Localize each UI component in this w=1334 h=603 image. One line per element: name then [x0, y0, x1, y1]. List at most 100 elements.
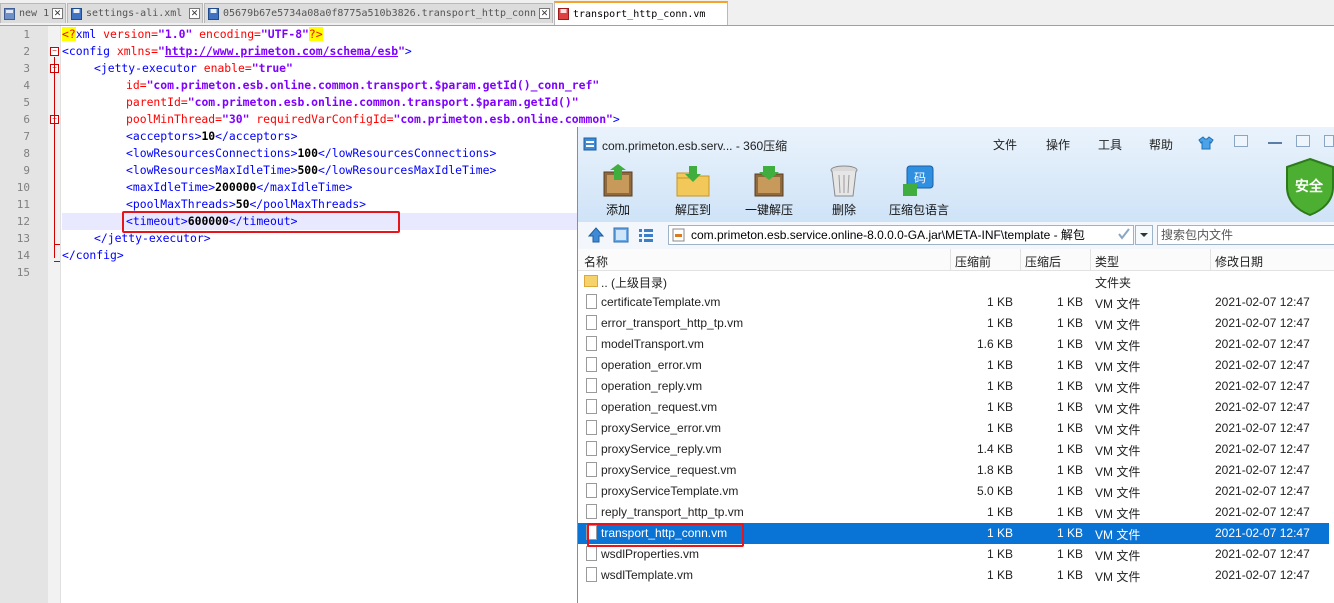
file-size-before: 1 KB — [986, 505, 1013, 519]
line-number: 4 — [23, 79, 30, 92]
file-icon — [586, 504, 597, 519]
minimize-icon[interactable] — [1268, 135, 1282, 144]
archive-window: com.primeton.esb.serv... - 360压缩 文件 操作 工… — [577, 127, 1334, 603]
table-row[interactable]: operation_reply.vm 1 KB 1 KB VM 文件 2021-02-0… — [578, 376, 1329, 397]
file-icon — [586, 294, 597, 309]
menu-file[interactable]: 文件 — [993, 136, 1017, 153]
column-separator — [1090, 249, 1091, 270]
code-line-10: <maxIdleTime>200000</maxIdleTime> — [126, 180, 353, 194]
file-type: 文件夹 — [1095, 276, 1132, 290]
file-icon — [586, 399, 597, 414]
file-size-before: 1 KB — [986, 379, 1013, 393]
table-row[interactable]: wsdlProperties.vm 1 KB 1 KB VM 文件 2021-02-07… — [578, 544, 1329, 565]
file-size-after: 1 KB — [1056, 400, 1083, 414]
column-separator — [950, 249, 951, 270]
archive-language-button[interactable]: 码 压缩包语言 — [888, 164, 950, 218]
file-date: 2021-02-07 12:47 — [1215, 526, 1310, 540]
table-row[interactable]: certificateTemplate.vm 1 KB 1 KB VM 文件 2021-… — [578, 292, 1329, 313]
table-row[interactable]: proxyService_request.vm 1.8 KB 1 KB VM 文件 20… — [578, 460, 1329, 481]
tab-transport-http-conn-vm[interactable]: transport_http_conn.vm — [554, 1, 728, 25]
path-dropdown-button[interactable] — [1135, 225, 1153, 245]
close-icon[interactable] — [1324, 135, 1334, 147]
table-row[interactable]: modelTransport.vm 1.6 KB 1 KB VM 文件 2021-02-… — [578, 334, 1329, 355]
list-item-parent-folder[interactable]: .. (上级目录) 文件夹 — [578, 271, 1329, 292]
view-thumbnail-icon[interactable] — [613, 227, 629, 243]
view-list-icon[interactable] — [638, 227, 654, 243]
notepad-file-icon — [4, 7, 15, 20]
table-row[interactable]: proxyService_error.vm 1 KB 1 KB VM 文件 2021-0… — [578, 418, 1329, 439]
column-separator — [1210, 249, 1211, 270]
line-number: 13 — [16, 232, 30, 245]
column-type[interactable]: 类型 — [1095, 253, 1119, 270]
column-name[interactable]: 名称 — [584, 253, 608, 270]
file-type: VM 文件 — [1095, 402, 1141, 416]
close-icon[interactable]: ✕ — [539, 8, 550, 19]
tab-label: new 1 — [19, 8, 50, 19]
table-row[interactable]: operation_request.vm 1 KB 1 KB VM 文件 2021-02… — [578, 397, 1329, 418]
one-click-extract-button[interactable]: 一键解压 — [738, 164, 800, 218]
table-row[interactable]: wsdlTemplate.vm 1 KB 1 KB VM 文件 2021-02-07 1… — [578, 565, 1329, 586]
file-size-before: 5.0 KB — [976, 484, 1013, 498]
file-name: modelTransport.vm — [601, 337, 704, 351]
schema-url-link[interactable]: http://www.primeton.com/schema/esb — [165, 44, 398, 58]
tab-new-1[interactable]: new 1 ✕ — [0, 3, 66, 23]
archive-language-icon: 码 — [903, 165, 934, 196]
file-size-after: 1 KB — [1056, 358, 1083, 372]
file-name: operation_request.vm — [601, 400, 718, 414]
table-row[interactable]: error_transport_http_tp.vm 1 KB 1 KB VM 文件 2… — [578, 313, 1329, 334]
table-row[interactable]: proxyServiceTemplate.vm 5.0 KB 1 KB VM 文件 20… — [578, 481, 1329, 502]
file-name: operation_error.vm — [601, 358, 702, 372]
file-type: VM 文件 — [1095, 570, 1141, 584]
up-arrow-icon[interactable] — [587, 226, 605, 244]
fold-toggle-icon[interactable]: − — [50, 47, 59, 56]
tab-settings-ali[interactable]: settings-ali.xml ✕ — [67, 3, 203, 23]
line-number: 2 — [23, 45, 30, 58]
file-name: error_transport_http_tp.vm — [601, 316, 744, 330]
tab-label: transport_http_conn.vm — [573, 8, 706, 20]
code-editor[interactable]: <?xml version="1.0" encoding="UTF-8"?> <… — [62, 26, 620, 603]
add-label: 添加 — [605, 203, 630, 217]
file-size-before: 1 KB — [986, 400, 1013, 414]
code-line-7: <acceptors>10</acceptors> — [126, 129, 298, 143]
file-icon — [586, 315, 597, 330]
file-type: VM 文件 — [1095, 297, 1141, 311]
file-type: VM 文件 — [1095, 549, 1141, 563]
file-icon — [586, 483, 597, 498]
line-number: 11 — [16, 198, 30, 211]
column-before[interactable]: 压缩前 — [955, 253, 991, 270]
delete-button[interactable]: 删除 — [813, 164, 875, 218]
file-size-before: 1 KB — [986, 295, 1013, 309]
archive-path-field[interactable]: com.primeton.esb.service.online-8.0.0.0-… — [668, 225, 1134, 245]
close-icon[interactable]: ✕ — [189, 8, 200, 19]
archive-header: com.primeton.esb.serv... - 360压缩 文件 操作 工… — [578, 127, 1334, 222]
archive-search-input[interactable]: 搜索包内文件 — [1157, 225, 1334, 245]
column-date[interactable]: 修改日期 — [1215, 253, 1263, 270]
extract-to-label: 解压到 — [674, 203, 711, 217]
file-name: wsdlProperties.vm — [601, 547, 700, 561]
extract-to-button[interactable]: 解压到 — [662, 164, 724, 218]
line-number: 3 — [23, 62, 30, 75]
tab-transport-http-conn-hash[interactable]: 05679b67e5734a08a0f8775a510b3826.transpo… — [204, 3, 553, 23]
table-row[interactable]: proxyService_reply.vm 1.4 KB 1 KB VM 文件 2021… — [578, 439, 1329, 460]
menu-tools[interactable]: 工具 — [1098, 136, 1122, 153]
table-row[interactable]: operation_error.vm 1 KB 1 KB VM 文件 2021-02-0… — [578, 355, 1329, 376]
file-size-before: 1 KB — [986, 421, 1013, 435]
skin-shirt-icon[interactable] — [1198, 136, 1214, 150]
security-shield-badge[interactable]: 安全 — [1285, 157, 1334, 217]
file-size-before: 1 KB — [986, 526, 1013, 540]
feedback-icon[interactable] — [1234, 135, 1248, 147]
close-icon[interactable]: ✕ — [52, 8, 63, 19]
file-name: reply_transport_http_tp.vm — [601, 505, 744, 519]
file-name: .. (上级目录) — [601, 276, 667, 290]
archive-window-title: com.primeton.esb.serv... - 360压缩 — [602, 139, 788, 153]
maximize-icon[interactable] — [1296, 135, 1310, 147]
file-type: VM 文件 — [1095, 507, 1141, 521]
archive-app-icon — [583, 137, 597, 151]
menu-help[interactable]: 帮助 — [1149, 136, 1173, 153]
menu-operation[interactable]: 操作 — [1046, 136, 1070, 153]
table-row[interactable]: reply_transport_http_tp.vm 1 KB 1 KB VM 文件 2… — [578, 502, 1329, 523]
add-button[interactable]: 添加 — [587, 164, 649, 218]
column-after[interactable]: 压缩后 — [1025, 253, 1061, 270]
file-name: proxyServiceTemplate.vm — [601, 484, 739, 498]
fold-end-mark — [54, 244, 60, 245]
